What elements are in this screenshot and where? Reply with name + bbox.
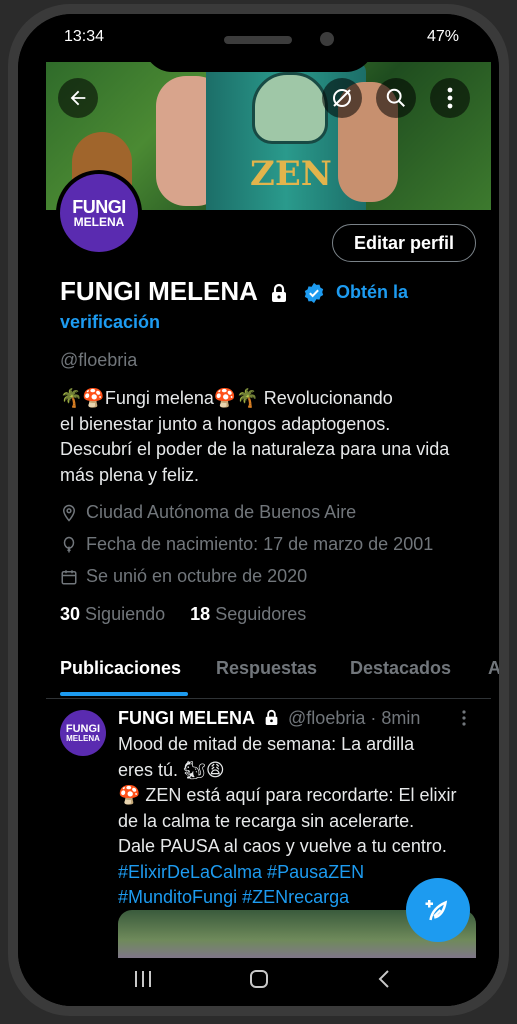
can-label: ZEN <box>250 154 332 194</box>
camera-notch <box>144 14 374 72</box>
bio-line: el bienestar junto a hongos adaptogenos. <box>60 413 391 434</box>
following-count: 30 <box>60 604 81 624</box>
recents-icon <box>135 971 151 987</box>
search-icon <box>386 88 405 107</box>
profile-birthday: Fecha de nacimiento: 17 de marzo de 2001 <box>60 534 433 555</box>
lock-icon <box>272 284 287 303</box>
tweet-line: 🍄 ZEN está aquí para recordarte: El elix… <box>118 785 457 805</box>
android-nav-bar <box>18 958 499 1006</box>
calendar-icon <box>61 569 77 584</box>
get-verified-link[interactable]: Obtén la <box>336 282 408 303</box>
avatar-line1: FUNGI <box>72 197 126 217</box>
phone-frame: 13:34 47% ZEN FUNGI MELENA Editar perfil… <box>8 4 509 1016</box>
tweet-handle-time: @floebria · 8min <box>288 708 421 728</box>
location-pin-icon <box>62 504 76 522</box>
chevron-left-icon <box>378 970 389 988</box>
lock-icon <box>265 710 278 725</box>
profile-screen: 13:34 47% ZEN FUNGI MELENA Editar perfil… <box>18 14 499 1006</box>
profile-handle: @floebria <box>60 350 138 370</box>
back-nav-button[interactable] <box>374 968 396 997</box>
more-vertical-icon <box>447 87 453 109</box>
grok-button[interactable] <box>322 78 362 118</box>
tweet-line: Dale PAUSA al caos y vuelve a tu centro. <box>118 836 447 856</box>
tweet-author-name[interactable]: FUNGI MELENA <box>118 708 255 728</box>
back-button[interactable] <box>58 78 98 118</box>
get-verified-link-cont[interactable]: verificación <box>60 312 160 333</box>
recent-apps-button[interactable] <box>132 968 154 997</box>
bio-line: Descubrí el poder de la naturaleza para … <box>60 439 450 459</box>
tweet-line: eres tú. 🐿😩 <box>118 759 225 780</box>
home-icon <box>250 970 268 988</box>
tweet-line: Mood de mitad de semana: La ardilla <box>118 734 415 754</box>
front-camera <box>320 32 334 46</box>
tweet-header: FUNGI MELENA @floebria · 8min <box>118 708 420 729</box>
tweet-avatar[interactable]: FUNGI MELENA <box>60 710 106 756</box>
speaker-grille <box>224 36 292 44</box>
balloon-icon <box>63 536 75 552</box>
home-button[interactable] <box>248 968 270 997</box>
slash-circle-icon <box>333 89 351 107</box>
profile-bio: 🌴🍄Fungi melena🍄🌴 Revolucionando el biene… <box>60 386 490 488</box>
avatar-line2: MELENA <box>73 215 125 229</box>
verified-badge-icon[interactable] <box>303 282 325 304</box>
bio-line: más plena y feliz. <box>60 464 200 485</box>
follow-stats: 30 Siguiendo 18 Seguidores <box>60 604 306 625</box>
status-time: 13:34 <box>64 28 105 45</box>
profile-name-row: FUNGI MELENA <box>60 276 325 307</box>
phone-screen: 13:34 47% ZEN FUNGI MELENA Editar perfil… <box>18 14 499 1006</box>
edit-profile-button[interactable]: Editar perfil <box>332 224 476 262</box>
followers-count: 18 <box>190 604 211 624</box>
avatar-logo: FUNGI MELENA <box>60 174 138 252</box>
bio-line: 🌴🍄Fungi melena🍄🌴 Revolucionando <box>60 388 393 408</box>
search-button[interactable] <box>376 78 416 118</box>
tab-respuestas[interactable]: Respuestas <box>216 658 317 679</box>
followers-link[interactable]: 18 Seguidores <box>190 604 306 624</box>
tweet-more-button[interactable] <box>462 710 466 731</box>
tweet-avatar-line1: FUNGI <box>65 722 101 735</box>
tweet-line: de la calma te recarga sin acelerarte. <box>118 810 415 831</box>
tweet-avatar-line2: MELENA <box>66 733 100 743</box>
profile-avatar[interactable]: FUNGI MELENA <box>56 170 142 256</box>
active-tab-indicator <box>60 692 188 696</box>
profile-location: Ciudad Autónoma de Buenos Aire <box>60 502 356 523</box>
birthday-text: Fecha de nacimiento: 17 de marzo de 2001 <box>86 534 434 554</box>
following-label: Siguiendo <box>85 604 166 624</box>
compose-post-button[interactable] <box>406 878 470 942</box>
tab-articulos[interactable]: A <box>488 658 499 679</box>
following-link[interactable]: 30 Siguiendo <box>60 604 165 624</box>
more-options-button[interactable] <box>430 78 470 118</box>
location-text: Ciudad Autónoma de Buenos Aire <box>86 502 357 522</box>
followers-label: Seguidores <box>215 604 307 624</box>
can-mushroom-art <box>252 72 328 144</box>
tab-publicaciones[interactable]: Publicaciones <box>60 658 181 679</box>
back-arrow-icon <box>70 90 86 106</box>
tab-destacados[interactable]: Destacados <box>350 658 451 679</box>
feather-plus-icon <box>425 900 448 921</box>
more-vertical-icon <box>462 710 466 726</box>
tabs-divider <box>46 698 491 699</box>
profile-name: FUNGI MELENA <box>60 276 257 306</box>
profile-joined: Se unió en octubre de 2020 <box>60 566 307 587</box>
joined-text: Se unió en octubre de 2020 <box>86 566 308 586</box>
battery-level: 47% <box>426 28 459 45</box>
